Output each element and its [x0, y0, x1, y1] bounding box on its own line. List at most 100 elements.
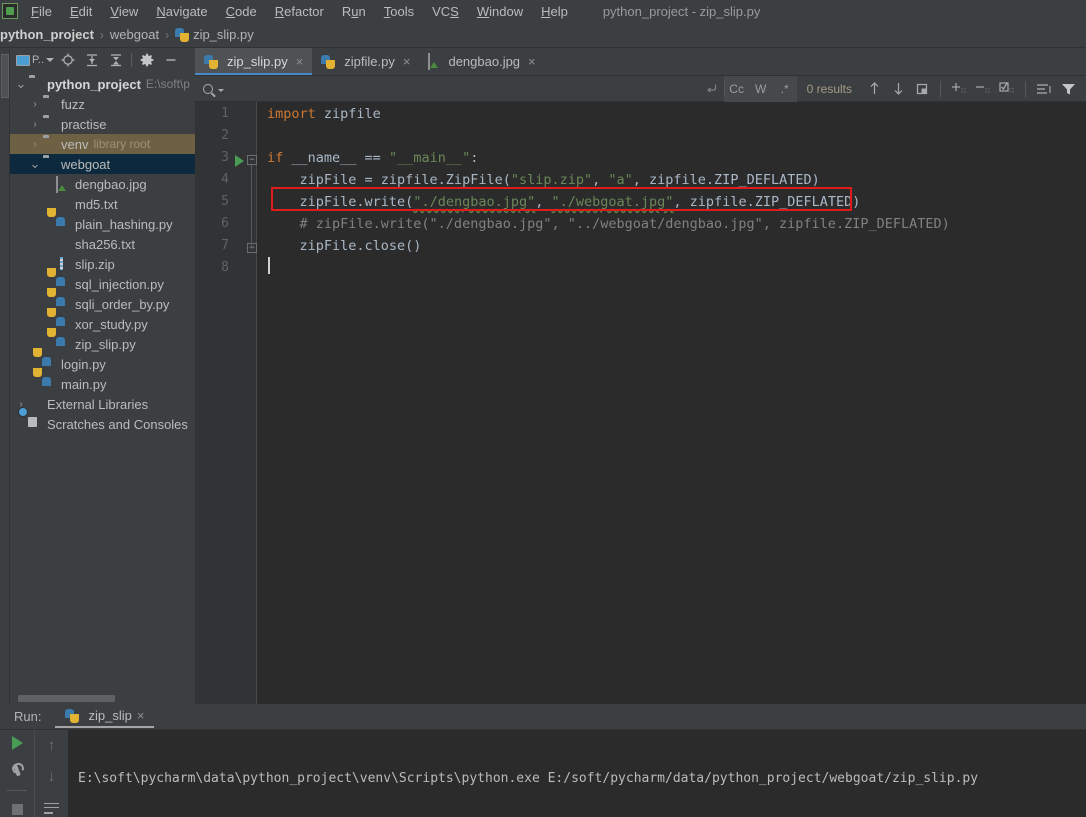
chevron-down-icon[interactable]: ⌄: [28, 157, 42, 170]
run-console-output[interactable]: E:\soft\pycharm\data\python_project\venv…: [68, 730, 1086, 817]
tree-item-label: External Libraries: [47, 396, 149, 412]
toggle-line-icon[interactable]: [995, 76, 1019, 102]
breadcrumb-item-file[interactable]: zip_slip.py: [193, 27, 254, 42]
filter-icon[interactable]: [1056, 76, 1080, 102]
chevron-down-icon[interactable]: [218, 88, 224, 92]
code-line[interactable]: import zipfile: [267, 106, 381, 122]
soft-wrap-button[interactable]: [42, 798, 62, 817]
project-view-selector[interactable]: P..: [10, 49, 56, 71]
editor-tab-dengbao[interactable]: dengbao.jpg ×: [419, 48, 544, 75]
tree-item-sqli-order-by-py[interactable]: ›sqli_order_by.py: [10, 294, 195, 314]
fold-rail[interactable]: [247, 102, 257, 704]
tree-item-scratches-and-consoles[interactable]: › Scratches and Consoles: [10, 414, 195, 434]
editor-tab-zipfile[interactable]: zipfile.py ×: [312, 48, 419, 75]
locate-icon[interactable]: [56, 49, 80, 71]
menu-window[interactable]: Window: [468, 2, 532, 21]
select-all-occurrences-icon[interactable]: [910, 76, 934, 102]
chevron-right-icon[interactable]: ›: [28, 99, 42, 110]
code-fold-toggle[interactable]: −: [247, 243, 257, 253]
collapse-all-icon[interactable]: [104, 49, 128, 71]
menu-tools[interactable]: Tools: [375, 2, 423, 21]
tree-item-fuzz[interactable]: › fuzz: [10, 94, 195, 114]
run-tab-zip-slip[interactable]: zip_slip ×: [55, 705, 155, 728]
words-button[interactable]: W: [749, 76, 773, 102]
menu-code[interactable]: Code: [217, 2, 266, 21]
tree-item-md5-txt[interactable]: ›md5.txt: [10, 194, 195, 214]
run-line-icon[interactable]: [235, 155, 244, 167]
add-line-icon[interactable]: [947, 76, 971, 102]
match-case-button[interactable]: Cc: [725, 76, 749, 102]
editor-tab-zip-slip[interactable]: zip_slip.py ×: [195, 48, 313, 75]
tree-item-sha256-txt[interactable]: › sha256.txt: [10, 234, 195, 254]
tree-item-sublabel: E:\soft\p: [145, 77, 190, 91]
line-number: 6: [221, 216, 229, 231]
settings-gear-icon[interactable]: [135, 49, 159, 71]
tree-item-practise[interactable]: › practise: [10, 114, 195, 134]
find-input-wrapper[interactable]: [195, 81, 700, 96]
tree-item-dengbao-jpg[interactable]: › dengbao.jpg: [10, 174, 195, 194]
stripe-project-tab[interactable]: [1, 54, 9, 98]
scroll-down-button[interactable]: ↓: [42, 767, 62, 786]
project-tool-window: P.. ⌄ python_project E:\soft\p › fuzz › practi…: [10, 48, 195, 704]
close-icon[interactable]: ×: [403, 55, 411, 68]
close-icon[interactable]: ×: [296, 55, 304, 68]
chevron-down-icon[interactable]: ⌄: [14, 77, 28, 90]
code-line[interactable]: zipFile.write("./dengbao.jpg", "./webgoa…: [267, 194, 861, 210]
chevron-right-icon[interactable]: ›: [28, 119, 42, 130]
tree-item-xor-study-py[interactable]: ›xor_study.py: [10, 314, 195, 334]
python-file-icon: [42, 377, 57, 392]
menu-view[interactable]: View: [101, 2, 147, 21]
expand-all-icon[interactable]: [80, 49, 104, 71]
close-icon[interactable]: ×: [528, 55, 536, 68]
close-icon[interactable]: ×: [137, 708, 145, 723]
divider: [1025, 80, 1026, 97]
code-fold-toggle[interactable]: −: [247, 155, 257, 165]
source-folder-icon: [42, 117, 57, 132]
find-nav-group: [862, 76, 1086, 102]
tree-item-slip-zip[interactable]: ›slip.zip: [10, 254, 195, 274]
rerun-button[interactable]: [7, 736, 27, 751]
breadcrumb-item-project[interactable]: python_project: [0, 27, 94, 42]
tree-item-plain-hashing-py[interactable]: › plain_hashing.py: [10, 214, 195, 234]
menu-navigate[interactable]: Navigate: [147, 2, 216, 21]
tree-item-webgoat[interactable]: ⌄ webgoat: [10, 154, 195, 174]
menu-vcs[interactable]: VCS: [423, 2, 468, 21]
run-side-toolbar: ↑ ↓: [0, 730, 68, 817]
chevron-right-icon[interactable]: ›: [28, 139, 42, 150]
code-line[interactable]: zipFile.close(): [267, 238, 422, 254]
editor-gutter[interactable]: [195, 102, 247, 704]
search-icon: [203, 83, 213, 94]
menu-edit[interactable]: Edit: [61, 2, 101, 21]
find-next-icon[interactable]: [886, 76, 910, 102]
regex-newline-icon[interactable]: [700, 76, 724, 102]
menu-refactor[interactable]: Refactor: [266, 2, 333, 21]
tree-item-external-libraries[interactable]: › External Libraries: [10, 394, 195, 414]
menu-help[interactable]: Help: [532, 2, 577, 21]
breadcrumb-item-folder[interactable]: webgoat: [110, 27, 159, 42]
stop-button[interactable]: [7, 802, 27, 817]
filter-lines-icon[interactable]: [1032, 76, 1056, 102]
edit-configuration-button[interactable]: [7, 763, 27, 778]
scroll-up-button[interactable]: ↑: [42, 736, 62, 755]
find-previous-icon[interactable]: [862, 76, 886, 102]
project-tree[interactable]: ⌄ python_project E:\soft\p › fuzz › practise › v…: [10, 72, 195, 692]
tree-item-main-py[interactable]: › main.py: [10, 374, 195, 394]
menu-file[interactable]: File: [22, 2, 61, 21]
tree-item-sql-injection-py[interactable]: ›sql_injection.py: [10, 274, 195, 294]
hide-panel-icon[interactable]: [159, 49, 183, 71]
code-line[interactable]: # zipFile.write("./dengbao.jpg", "../web…: [267, 216, 950, 232]
code-line[interactable]: if __name__ == "__main__":: [267, 150, 478, 166]
tree-item-python-project[interactable]: ⌄ python_project E:\soft\p: [10, 74, 195, 94]
tree-item-venv[interactable]: › venv library root: [10, 134, 195, 154]
code-line[interactable]: zipFile = zipfile.ZipFile("slip.zip", "a…: [267, 172, 820, 188]
line-number: 3: [221, 150, 229, 165]
remove-line-icon[interactable]: [971, 76, 995, 102]
search-input[interactable]: [228, 81, 628, 96]
scrollbar-thumb[interactable]: [18, 695, 115, 702]
line-number: 2: [221, 128, 229, 143]
divider: [940, 80, 941, 97]
code-editor[interactable]: 1 import zipfile 2 3 if __name__ == "__main_…: [195, 102, 1086, 704]
project-horizontal-scrollbar[interactable]: [10, 692, 195, 704]
menu-run[interactable]: Run: [333, 2, 375, 21]
regex-button[interactable]: .*: [773, 76, 797, 102]
